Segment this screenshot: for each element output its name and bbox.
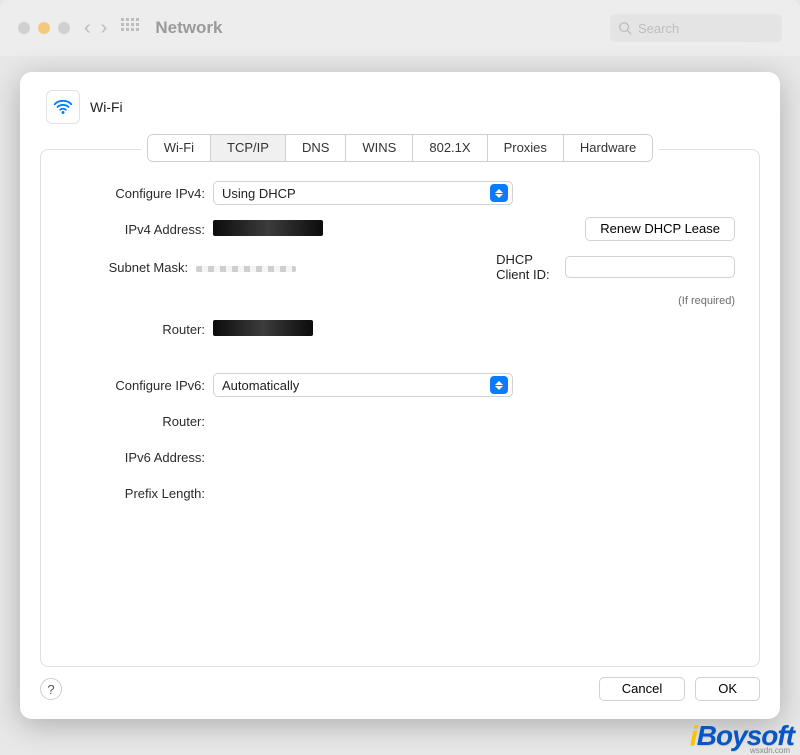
prefix-length-label: Prefix Length: xyxy=(65,486,213,501)
search-icon xyxy=(618,21,632,35)
tab-proxies[interactable]: Proxies xyxy=(488,135,564,161)
window-title: Network xyxy=(155,18,222,38)
configure-ipv6-label: Configure IPv6: xyxy=(65,378,213,393)
ok-button[interactable]: OK xyxy=(695,677,760,701)
help-icon: ? xyxy=(47,682,54,697)
zoom-window-icon[interactable] xyxy=(58,22,70,34)
show-all-icon[interactable] xyxy=(121,18,141,38)
sheet-footer: ? Cancel OK xyxy=(40,677,760,701)
tab-tcpip[interactable]: TCP/IP xyxy=(211,135,286,161)
cancel-button[interactable]: Cancel xyxy=(599,677,685,701)
configure-ipv6-select[interactable]: Automatically xyxy=(213,373,513,397)
tab-wifi[interactable]: Wi-Fi xyxy=(148,135,211,161)
ipv4-address-label: IPv4 Address: xyxy=(65,222,213,237)
tab-dns[interactable]: DNS xyxy=(286,135,346,161)
dhcp-client-id-label: DHCP Client ID: xyxy=(496,252,557,282)
minimize-window-icon[interactable] xyxy=(38,22,50,34)
search-placeholder: Search xyxy=(638,21,679,36)
tab-bar: Wi-Fi TCP/IP DNS WINS 802.1X Proxies Har… xyxy=(147,134,654,162)
tcpip-panel: Configure IPv4: Using DHCP IPv4 Address:… xyxy=(40,149,760,667)
configure-ipv6-value: Automatically xyxy=(222,378,299,393)
chevron-up-down-icon xyxy=(490,376,508,394)
back-icon[interactable]: ‹ xyxy=(84,17,91,40)
subnet-mask-label: Subnet Mask: xyxy=(65,260,196,275)
ipv4-router-value xyxy=(213,320,313,336)
close-window-icon[interactable] xyxy=(18,22,30,34)
subnet-mask-value xyxy=(196,266,296,272)
sheet-header: Wi-Fi xyxy=(40,90,760,124)
wifi-icon xyxy=(46,90,80,124)
ipv4-address-value xyxy=(213,220,323,236)
configure-ipv4-select[interactable]: Using DHCP xyxy=(213,181,513,205)
network-sheet: Wi-Fi Wi-Fi TCP/IP DNS WINS 802.1X Proxi… xyxy=(20,72,780,719)
tab-wins[interactable]: WINS xyxy=(346,135,413,161)
help-button[interactable]: ? xyxy=(40,678,62,700)
search-input[interactable]: Search xyxy=(610,14,782,42)
dhcp-client-id-input[interactable] xyxy=(565,256,735,278)
sheet-title: Wi-Fi xyxy=(90,99,123,115)
parent-window-header: ‹ › Network Search xyxy=(0,0,800,56)
configure-ipv4-label: Configure IPv4: xyxy=(65,186,213,201)
dhcp-client-id-hint: (If required) xyxy=(678,295,735,307)
ipv4-router-label: Router: xyxy=(65,322,213,337)
forward-icon[interactable]: › xyxy=(101,17,108,40)
ipv6-router-label: Router: xyxy=(65,414,213,429)
configure-ipv4-value: Using DHCP xyxy=(222,186,296,201)
ipv6-address-label: IPv6 Address: xyxy=(65,450,213,465)
nav-arrows: ‹ › xyxy=(84,17,107,40)
window-controls xyxy=(18,22,70,34)
tab-hardware[interactable]: Hardware xyxy=(564,135,652,161)
tab-8021x[interactable]: 802.1X xyxy=(413,135,487,161)
renew-dhcp-lease-button[interactable]: Renew DHCP Lease xyxy=(585,217,735,241)
chevron-up-down-icon xyxy=(490,184,508,202)
